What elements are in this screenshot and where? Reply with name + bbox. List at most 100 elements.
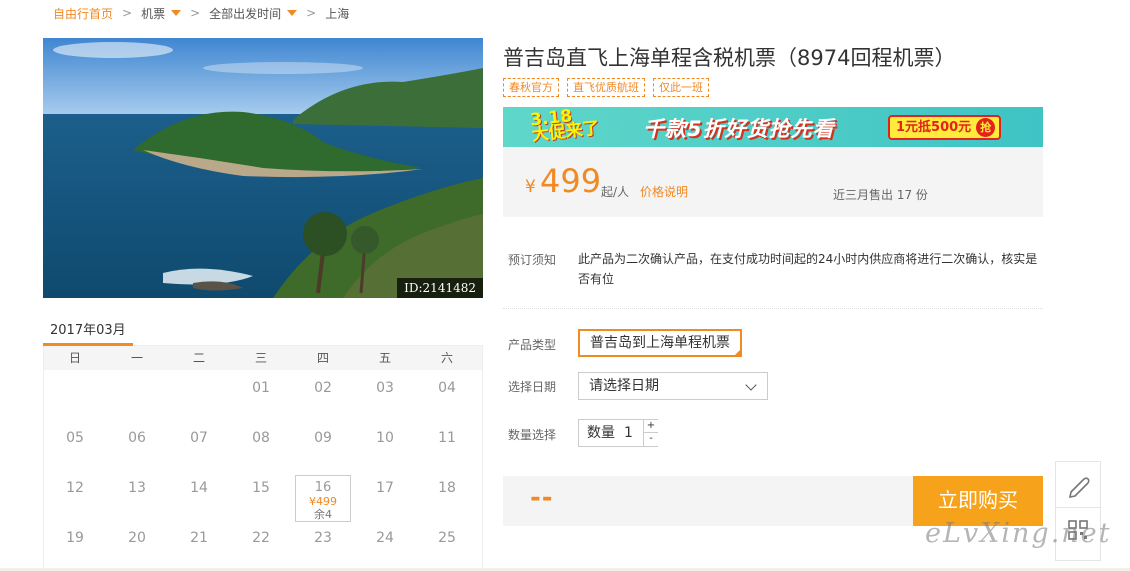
banner-grab-badge: 抢 [976,118,996,137]
weekday-label: 日 [68,351,81,365]
weekday-label: 四 [316,351,329,365]
date-select-label: 选择日期 [508,380,557,394]
coastline-image [43,38,483,298]
promo-banner[interactable]: 3.18 大促来了 千款5折好货抢先看 1元抵500元 抢 [503,107,1043,147]
calendar-week: 01 02 03 04 [44,370,482,420]
weekday-label: 一 [130,351,143,365]
banner-date-badge: 3.18 大促来了 [529,107,601,146]
calendar-day [106,370,168,420]
calendar-day: 13 [128,480,146,496]
quantity-label: 数量选择 [508,428,557,442]
calendar-day: 17 [376,480,394,496]
calendar-day: 09 [314,430,332,446]
calendar-day: 01 [252,380,270,396]
product-title: 普吉岛直飞上海单程含税机票（8974回程机票） [503,46,956,70]
calendar-day: 23 [314,530,332,546]
price-box: ¥ 499 起/人 价格说明 近三月售出 17 份 [503,147,1043,217]
calendar-day: 08 [252,430,270,446]
check-icon: ✓ [734,348,740,356]
product-tag: 直飞优质航班 [567,78,645,97]
calendar-day: 06 [128,430,146,446]
product-tags: 春秋官方 直飞优质航班 仅此一班 [503,78,709,97]
chevron-right-icon: > [190,6,201,20]
calendar-week: 05 06 07 08 09 10 11 [44,420,482,470]
banner-headline: 大促来了 [530,118,601,146]
breadcrumb-departure-label: 全部出发时间 [209,6,282,21]
calendar-day: 07 [190,430,208,446]
calendar-grid: 日 一 二 三 四 五 六 01 02 03 04 05 06 07 08 09… [43,346,483,571]
feedback-button[interactable] [1056,462,1100,508]
chevron-right-icon: > [306,6,317,20]
notice-text: 此产品为二次确认产品，在支付成功时间起的24小时内供应商将进行二次确认，核实是否… [578,252,1038,286]
price-explain-link[interactable]: 价格说明 [640,183,688,200]
calendar-day [168,370,230,420]
weekday-label: 二 [192,351,205,365]
banner-slogan: 千款5折好货抢先看 [643,117,835,141]
calendar-day: 20 [128,530,146,546]
price-unit: 起/人 [601,185,630,199]
calendar-day: 04 [438,380,456,396]
calendar-day-number: 16 [314,480,332,495]
product-photo[interactable]: ID:2141482 [43,38,483,298]
calendar-day: 21 [190,530,208,546]
breadcrumb-city[interactable]: 上海 [325,5,349,22]
product-type-value: 普吉岛到上海单程机票 [590,335,730,351]
calendar-day: 15 [252,480,270,496]
calendar-day: 19 [66,530,84,546]
product-type-option[interactable]: 普吉岛到上海单程机票 ✓ [578,329,742,357]
date-select-value: 请选择日期 [589,378,659,394]
breadcrumb-home-link[interactable]: 自由行首页 [53,5,113,22]
calendar-day: 22 [252,530,270,546]
price-currency: ¥ [525,177,536,197]
chevron-down-icon [745,379,757,391]
notice-label: 预订须知 [508,253,557,267]
weekday-label: 五 [378,351,391,365]
banner-coupon-text: 1元抵500元 [896,120,972,135]
quantity-increase-button[interactable]: + [643,420,658,433]
quantity-stepper: 数量 1 + - [578,419,658,447]
breadcrumb-flights-label: 机票 [141,6,166,21]
quantity-prefix: 数量 [587,425,615,441]
pencil-icon [1068,477,1090,499]
price-amount: 499 [540,162,602,200]
quantity-value[interactable]: 1 [624,420,633,446]
calendar-day: 12 [66,480,84,496]
photo-id-badge: ID:2141482 [397,278,483,298]
calendar-day: 18 [438,480,456,496]
quantity-decrease-button[interactable]: - [643,433,658,446]
calendar-month-tab[interactable]: 2017年03月 [43,314,133,346]
breadcrumb-flights-dropdown[interactable]: 机票 [141,5,182,22]
calendar-day [44,370,106,420]
weekday-label: 三 [254,351,267,365]
calendar-day: 11 [438,430,456,446]
caret-down-icon [171,10,182,16]
product-tag: 春秋官方 [503,78,559,97]
chevron-right-icon: > [122,6,133,20]
date-select[interactable]: 请选择日期 [578,372,768,400]
calendar-day: 02 [314,380,332,396]
sales-count: 近三月售出 17 份 [833,188,928,202]
calendar-header: 2017年03月 [43,314,483,346]
calendar-week: 12 13 14 15 16 ¥499 余4 17 18 [44,470,482,522]
calendar-day: 25 [438,530,456,546]
total-price: -- [530,483,554,513]
calendar-weekday-row: 日 一 二 三 四 五 六 [44,346,482,370]
product-type-label: 产品类型 [508,338,557,352]
caret-down-icon [287,10,298,16]
product-page: 自由行首页 > 机票 > 全部出发时间 > 上海 ID:2141482 2017… [0,0,1130,571]
breadcrumb: 自由行首页 > 机票 > 全部出发时间 > 上海 [53,4,349,22]
calendar-day: 24 [376,530,394,546]
banner-coupon: 1元抵500元 抢 [888,115,1002,140]
calendar-day: 10 [376,430,394,446]
calendar-day-available[interactable]: 16 ¥499 余4 [295,475,351,522]
breadcrumb-departure-dropdown[interactable]: 全部出发时间 [209,5,298,22]
product-tag: 仅此一班 [653,78,709,97]
divider [503,308,1043,309]
calendar-day-price: ¥499 [309,495,337,508]
weekday-label: 六 [440,351,453,365]
watermark: eLvXing.net [925,518,1112,549]
calendar-day: 03 [376,380,394,396]
calendar-day: 14 [190,480,208,496]
calendar-week: 19 20 21 22 23 24 25 [44,520,482,570]
calendar-day: 05 [66,430,84,446]
